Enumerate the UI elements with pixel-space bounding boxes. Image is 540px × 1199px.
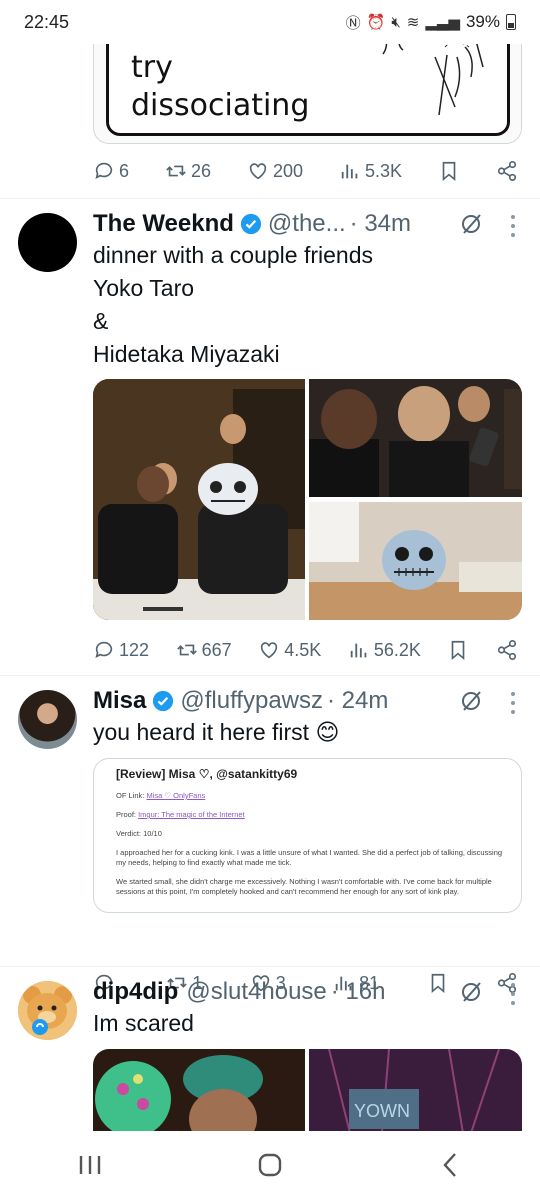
clock: 22:45	[24, 11, 70, 32]
crowd-photo-image	[93, 1049, 305, 1131]
tweet-header: dip4dip @slut4house · 16h	[93, 975, 520, 1009]
battery-icon	[506, 14, 516, 30]
wifi-icon: ≋	[406, 14, 420, 31]
review-image-card[interactable]: [Review] Misa ♡, @satankitty69 OF Link: …	[93, 758, 522, 913]
mask-photo-image	[309, 502, 522, 620]
back-button[interactable]	[430, 1145, 470, 1185]
repost-icon	[166, 165, 186, 177]
timestamp[interactable]: · 24m	[327, 687, 388, 715]
closeup-photo-image	[309, 379, 522, 497]
repost-icon	[176, 644, 197, 656]
tweet-text: dinner with a couple friends Yoko Taro &…	[93, 242, 373, 367]
of-link-line: OF Link: Misa ♡ OnlyFans	[116, 791, 206, 800]
timestamp[interactable]: · 16h	[331, 978, 386, 1006]
like-button[interactable]: 200	[247, 160, 303, 182]
proof-line: Proof: Imgur: The magic of the Internet	[116, 810, 245, 819]
photo-closeup[interactable]	[309, 379, 522, 497]
timestamp[interactable]: · 34m	[350, 210, 411, 238]
views-icon	[350, 643, 367, 658]
views-button[interactable]: 5.3K	[339, 160, 402, 182]
recent-apps-button[interactable]	[70, 1145, 110, 1185]
status-bar: 22:45 Ⓝ ⏰ 🔇︎ ≋ ▂▃▅ 39%	[0, 0, 540, 44]
back-icon	[443, 1153, 456, 1177]
bookmark-icon[interactable]	[438, 160, 460, 182]
display-name[interactable]: dip4dip	[93, 978, 178, 1006]
nfc-icon: Ⓝ	[345, 14, 361, 32]
divider	[0, 198, 540, 199]
group-photo-image	[93, 379, 305, 620]
grok-icon[interactable]	[460, 689, 484, 713]
battery-percent: 39%	[465, 12, 500, 31]
photo-left[interactable]	[93, 1049, 305, 1131]
divider	[0, 966, 540, 967]
stage-sign-image-text: YOWN	[354, 1101, 410, 1121]
repost-button[interactable]: 667	[176, 639, 232, 661]
review-paragraph: I approached her for a cucking kink. I w…	[116, 848, 503, 867]
verified-badge-icon	[153, 690, 174, 712]
action-bar: 122 667 4.5K 56.2K	[93, 635, 518, 665]
bear-avatar-image	[18, 981, 77, 1040]
handle[interactable]: @slut4house	[186, 978, 326, 1006]
system-nav-bar	[0, 1131, 540, 1199]
home-icon	[258, 1153, 282, 1177]
reply-icon	[95, 162, 113, 179]
reply-icon	[95, 641, 113, 658]
more-options-icon[interactable]	[510, 692, 516, 714]
mute-icon: 🔇︎	[391, 13, 401, 31]
meme-text: try dissociating	[131, 50, 310, 123]
tweet-header: Misa @fluffypawsz · 24m	[93, 684, 520, 718]
action-bar: 6 26 200 5.3K	[93, 156, 518, 186]
timeline-feed[interactable]: try dissociating 6 26 200 5.3K The Weekn…	[0, 44, 540, 1131]
views-button[interactable]: 56.2K	[348, 639, 421, 661]
divider	[0, 675, 540, 676]
more-options-icon[interactable]	[510, 215, 516, 237]
more-options-icon[interactable]	[510, 983, 516, 1005]
heart-icon	[249, 163, 267, 180]
verdict-line: Verdict: 10/10	[116, 829, 162, 838]
review-paragraph: We started small, she didn't charge me e…	[116, 877, 492, 896]
review-content: [Review] Misa ♡, @satankitty69 OF Link: …	[116, 767, 507, 906]
photo-group-dinner[interactable]	[93, 379, 305, 620]
reply-button[interactable]: 6	[93, 160, 129, 182]
media-grid	[93, 379, 522, 620]
heart-icon	[261, 642, 278, 659]
views-icon	[341, 164, 358, 179]
grok-icon[interactable]	[460, 212, 484, 236]
tweet-text: Im scared	[93, 1010, 194, 1036]
display-name[interactable]: The Weeknd	[93, 210, 234, 238]
avatar[interactable]	[18, 213, 77, 272]
tweet-header: The Weeknd @the... · 34m	[93, 207, 520, 241]
home-button[interactable]	[250, 1145, 290, 1185]
handle[interactable]: @the...	[268, 210, 346, 238]
bookmark-icon[interactable]	[447, 639, 469, 661]
meme-frame: try dissociating	[106, 44, 510, 136]
signal-icon: ▂▃▅	[425, 14, 460, 31]
handle[interactable]: @fluffypawsz	[180, 687, 323, 715]
status-icons: Ⓝ ⏰ 🔇︎ ≋ ▂▃▅ 39%	[346, 12, 516, 33]
avatar[interactable]	[18, 981, 77, 1040]
display-name[interactable]: Misa	[93, 687, 146, 715]
alarm-icon: ⏰	[366, 14, 386, 31]
grok-icon[interactable]	[460, 980, 484, 1004]
like-button[interactable]: 4.5K	[258, 639, 321, 661]
photo-mask[interactable]	[309, 502, 522, 620]
reply-button[interactable]: 122	[93, 639, 149, 661]
recent-apps-icon	[79, 1156, 101, 1174]
verified-badge-icon	[240, 213, 262, 235]
repost-button[interactable]: 26	[165, 160, 211, 182]
share-icon[interactable]	[496, 160, 518, 182]
media-grid: YOWN	[93, 1049, 522, 1131]
meme-image[interactable]: try dissociating	[93, 44, 522, 144]
meme-doodle-image	[382, 44, 484, 116]
share-icon[interactable]	[496, 639, 518, 661]
concert-photo-image: YOWN	[309, 1049, 522, 1131]
review-title: [Review] Misa ♡, @satankitty69	[116, 767, 298, 781]
photo-right[interactable]: YOWN	[309, 1049, 522, 1131]
tweet-text: you heard it here first 😊	[93, 719, 340, 745]
avatar[interactable]	[18, 690, 77, 749]
